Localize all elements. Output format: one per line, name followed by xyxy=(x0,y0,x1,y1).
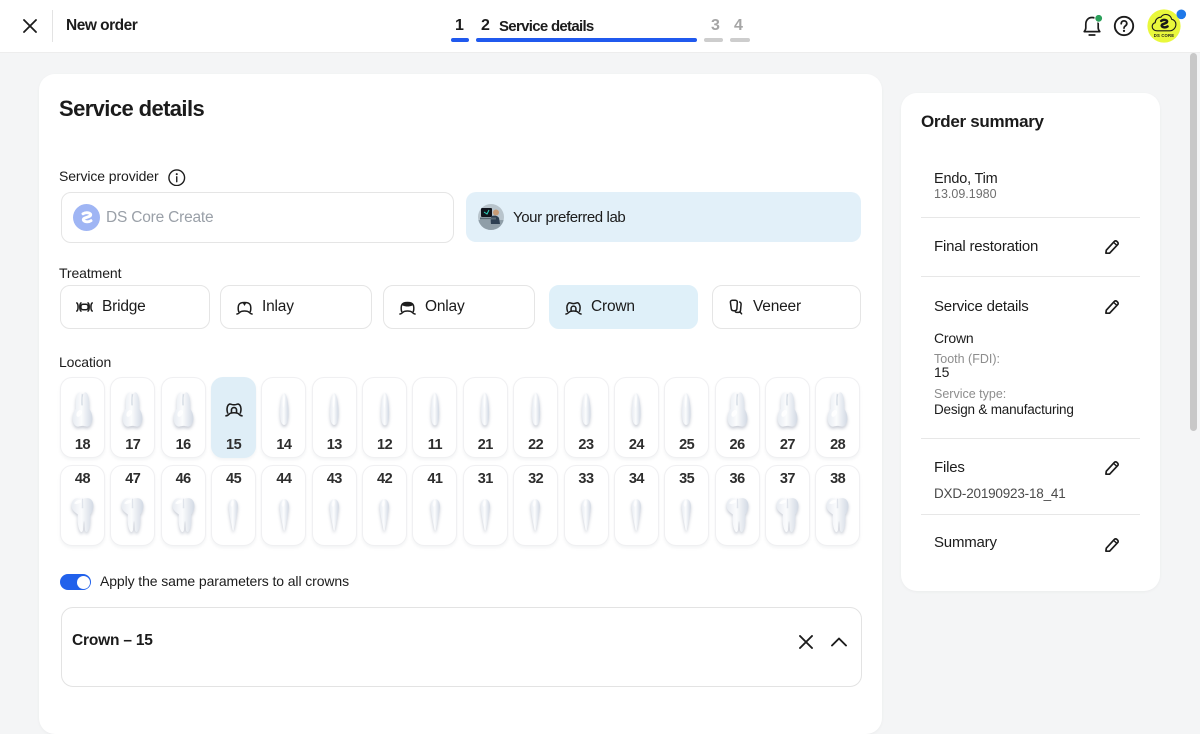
svg-text:DS CORE: DS CORE xyxy=(1154,33,1174,38)
